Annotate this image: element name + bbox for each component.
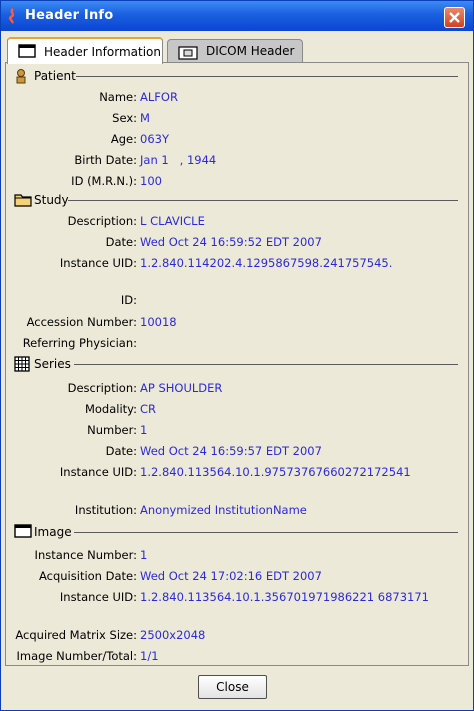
field-label: Age:	[110, 132, 137, 146]
app-icon	[7, 8, 19, 24]
field-value: 1.2.840.114202.4.1295867598.241757545.	[140, 256, 393, 270]
field-row: Instance Number: 1	[6, 548, 470, 564]
field-label: Accession Number:	[26, 315, 137, 329]
field-value: Wed Oct 24 16:59:52 EDT 2007	[140, 235, 322, 249]
field-value: 1	[140, 423, 148, 437]
field-row: Date: Wed Oct 24 16:59:57 EDT 2007	[6, 444, 470, 460]
field-value: 10018	[140, 315, 177, 329]
field-row: Name: ALFOR	[6, 90, 470, 106]
field-value: 1	[140, 548, 148, 562]
field-label: Institution:	[74, 503, 137, 517]
close-button[interactable]: Close	[198, 675, 267, 699]
field-value: Wed Oct 24 17:02:16 EDT 2007	[140, 569, 322, 583]
field-value: M	[140, 111, 150, 125]
section-divider	[74, 364, 458, 365]
field-value: Anonymized InstitutionName	[140, 503, 307, 517]
tab-bar: Header Information DICOM Header	[5, 37, 469, 64]
field-label: Number:	[87, 423, 137, 437]
field-value: 1/1	[140, 649, 159, 663]
section-divider	[68, 200, 458, 201]
field-label: Referring Physician:	[22, 336, 137, 350]
field-value: Jan 1 , 1944	[140, 153, 217, 167]
field-label: Instance Number:	[34, 548, 137, 562]
field-row: Description: AP SHOULDER	[6, 381, 470, 397]
field-label: Acquired Matrix Size:	[15, 628, 137, 642]
field-row: Modality: CR	[6, 402, 470, 418]
field-row: Acquisition Date: Wed Oct 24 17:02:16 EDT…	[6, 569, 470, 585]
tab-header-information[interactable]: Header Information	[7, 37, 163, 64]
field-row: Instance UID: 1.2.840.113564.10.1.3567019…	[6, 590, 470, 606]
field-row: Sex: M	[6, 111, 470, 127]
section-divider	[74, 532, 458, 533]
field-label: Instance UID:	[59, 256, 137, 270]
field-value: 2500x2048	[140, 628, 206, 642]
folder-icon	[14, 192, 32, 210]
field-row: Acquired Matrix Size: 2500x2048	[6, 628, 470, 644]
field-label: Birth Date:	[74, 153, 137, 167]
field-row: Date: Wed Oct 24 16:59:52 EDT 2007	[6, 235, 470, 251]
field-label: ID:	[120, 293, 137, 307]
section-title: Patient	[34, 69, 76, 83]
section-title: Series	[34, 357, 71, 371]
tab-dicom-header[interactable]: DICOM Header	[167, 39, 303, 62]
field-label: Date:	[105, 235, 137, 249]
field-row: Instance UID: 1.2.840.113564.10.1.9757376…	[6, 465, 470, 481]
field-label: Instance UID:	[59, 465, 137, 479]
field-value: L CLAVICLE	[140, 214, 205, 228]
field-label: Modality:	[84, 402, 137, 416]
field-label: Description:	[67, 381, 137, 395]
field-label: ID (M.R.N.):	[71, 174, 137, 188]
field-label: Name:	[99, 90, 137, 104]
title-bar[interactable]: Header Info	[1, 1, 473, 31]
field-row: Number: 1	[6, 423, 470, 439]
field-value: 1.2.840.113564.10.1.356701971986221 6873…	[140, 590, 429, 604]
section-title: Study	[34, 193, 69, 207]
window-icon	[18, 44, 36, 61]
field-row: Image Number/Total: 1/1	[6, 649, 470, 665]
close-icon	[449, 12, 460, 23]
field-value: CR	[140, 402, 157, 416]
field-value: AP SHOULDER	[140, 381, 223, 395]
window-title: Header Info	[25, 8, 114, 23]
section-title: Image	[34, 525, 72, 539]
field-label: Instance UID:	[59, 590, 137, 604]
section-divider	[76, 76, 458, 77]
field-label: Acquisition Date:	[38, 569, 137, 583]
field-value: 1.2.840.113564.10.1.97573767660272172541	[140, 465, 411, 479]
field-label: Description:	[67, 214, 137, 228]
button-bar: Close	[1, 667, 473, 709]
tab-label: Header Information	[44, 45, 161, 59]
field-value: 100	[140, 174, 162, 188]
field-row: Birth Date: Jan 1 , 1944	[6, 153, 470, 169]
field-row: ID:	[6, 293, 470, 309]
person-icon	[14, 68, 28, 87]
window-close-button[interactable]	[444, 7, 465, 28]
field-label: Sex:	[112, 111, 137, 125]
tab-label: DICOM Header	[206, 44, 295, 58]
field-label: Image Number/Total:	[16, 649, 137, 663]
field-row: Institution: Anonymized InstitutionName	[6, 503, 470, 519]
field-label: Date:	[105, 444, 137, 458]
field-row: Age: 063Y	[6, 132, 470, 148]
field-row: Accession Number: 10018	[6, 315, 470, 331]
grid-icon	[14, 356, 30, 375]
field-row: Referring Physician:	[6, 336, 470, 352]
field-row: Instance UID: 1.2.840.114202.4.1295867598…	[6, 256, 470, 272]
window-icon	[14, 524, 32, 541]
field-value: 063Y	[140, 132, 169, 146]
field-row: ID (M.R.N.): 100	[6, 174, 470, 190]
header-information-panel: Patient Name: ALFOR Sex: M Age: 063Y Birth …	[5, 62, 469, 666]
field-row: Description: L CLAVICLE	[6, 214, 470, 230]
field-value: Wed Oct 24 16:59:57 EDT 2007	[140, 444, 322, 458]
header-info-dialog: Header Info Header Information DICOM Hea…	[0, 0, 474, 711]
field-value: ALFOR	[140, 90, 178, 104]
